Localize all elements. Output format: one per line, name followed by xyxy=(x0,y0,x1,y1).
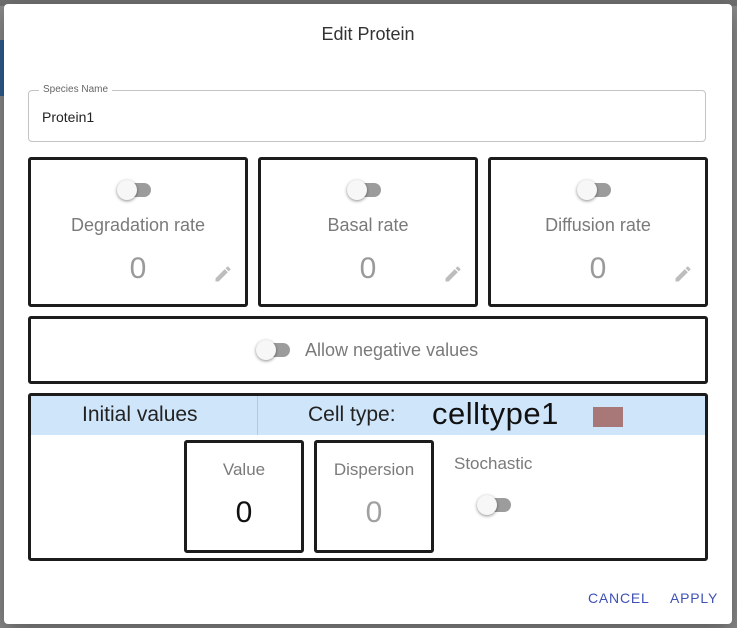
initial-values-title: Initial values xyxy=(82,403,198,426)
toggle-thumb xyxy=(117,180,137,200)
cell-type-label: Cell type: xyxy=(308,403,396,426)
dialog-title: Edit Protein xyxy=(321,24,415,44)
cancel-button[interactable]: CANCEL xyxy=(588,590,650,606)
diffusion-rate-label: Diffusion rate xyxy=(545,215,651,235)
degradation-rate-label: Degradation rate xyxy=(70,215,206,235)
degradation-rate-toggle[interactable] xyxy=(117,180,153,200)
toggle-thumb xyxy=(256,340,276,360)
degradation-rate-box: Degradation rate 0 xyxy=(28,157,248,307)
cell-type-name: celltype1 xyxy=(432,396,559,431)
initial-values-header: Initial values Cell type: celltype1 xyxy=(31,396,705,435)
edit-protein-dialog: Edit Protein Species Name Protein1 Degra… xyxy=(4,4,732,624)
allow-negative-box: Allow negative values xyxy=(28,316,708,384)
dispersion-box[interactable]: Dispersion 0 xyxy=(314,440,434,553)
diffusion-rate-toggle[interactable] xyxy=(577,180,613,200)
basal-rate-toggle[interactable] xyxy=(347,180,383,200)
species-name-value[interactable]: Protein1 xyxy=(42,109,94,125)
toggle-thumb xyxy=(347,180,367,200)
species-name-field[interactable]: Species Name Protein1 xyxy=(28,84,706,142)
basal-rate-box: Basal rate 0 xyxy=(258,157,478,307)
toggle-thumb xyxy=(477,495,497,515)
value-label: Value xyxy=(222,460,266,479)
value-box[interactable]: Value 0 xyxy=(184,440,304,553)
dispersion-label: Dispersion xyxy=(333,460,415,479)
stochastic-toggle[interactable] xyxy=(477,495,513,515)
cell-type-color-swatch xyxy=(593,407,623,427)
header-divider xyxy=(257,396,258,435)
stochastic-label: Stochastic xyxy=(454,454,533,473)
edit-pencil-icon[interactable] xyxy=(443,264,463,284)
allow-negative-toggle[interactable] xyxy=(256,340,292,360)
edit-pencil-icon[interactable] xyxy=(673,264,693,284)
apply-button[interactable]: APPLY xyxy=(670,590,718,606)
toggle-thumb xyxy=(577,180,597,200)
diffusion-rate-box: Diffusion rate 0 xyxy=(488,157,708,307)
value-input[interactable]: 0 xyxy=(187,496,301,530)
species-name-label: Species Name xyxy=(39,84,113,96)
basal-rate-label: Basal rate xyxy=(327,215,409,235)
edit-pencil-icon[interactable] xyxy=(213,264,233,284)
allow-negative-label: Allow negative values xyxy=(305,340,479,360)
dispersion-input[interactable]: 0 xyxy=(317,496,431,530)
